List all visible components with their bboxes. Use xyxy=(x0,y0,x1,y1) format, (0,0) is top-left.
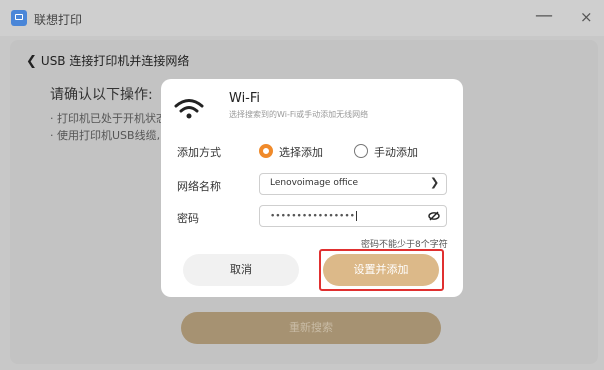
network-select-value: Lenovoimage office xyxy=(270,178,359,188)
instruction-item: · 使用打印机USB线缆, xyxy=(50,129,161,142)
app-title: 联想打印 xyxy=(34,13,83,27)
password-label: 密码 xyxy=(177,212,199,225)
wifi-icon xyxy=(174,99,204,119)
radio-manual-add[interactable] xyxy=(354,144,368,158)
method-label: 添加方式 xyxy=(177,146,221,159)
radio-select-add[interactable] xyxy=(259,144,273,158)
wifi-subtitle: 选择搜索到的Wi-Fi或手动添加无线网络 xyxy=(229,110,369,119)
cancel-button[interactable]: 取消 xyxy=(183,254,299,286)
radio-manual-add-label[interactable]: 手动添加 xyxy=(374,144,418,160)
network-label: 网络名称 xyxy=(177,180,221,193)
radio-select-add-label[interactable]: 选择添加 xyxy=(279,144,323,160)
app-icon xyxy=(11,10,27,26)
instruction-item: · 打印机已处于开机状态 xyxy=(50,112,167,125)
back-link[interactable]: ❮ USB 连接打印机并连接网络 xyxy=(26,52,189,69)
rescan-button[interactable]: 重新搜索 xyxy=(181,312,441,344)
back-link-label: USB 连接打印机并连接网络 xyxy=(40,54,190,68)
close-button[interactable]: × xyxy=(580,9,593,25)
chevron-down-icon: ❯ xyxy=(430,176,440,189)
wifi-title: Wi-Fi xyxy=(229,91,261,106)
chevron-left-icon: ❮ xyxy=(26,54,37,69)
highlight-box xyxy=(319,249,444,291)
minimize-button[interactable]: — xyxy=(535,6,553,26)
instructions-title: 请确认以下操作: xyxy=(50,87,153,103)
password-value: •••••••••••••••• xyxy=(270,211,355,222)
eye-off-icon[interactable] xyxy=(428,210,440,222)
title-bar: 联想打印 — × xyxy=(0,0,604,36)
network-select[interactable]: Lenovoimage office ❯ xyxy=(259,173,447,195)
password-input[interactable]: •••••••••••••••• xyxy=(259,205,447,227)
